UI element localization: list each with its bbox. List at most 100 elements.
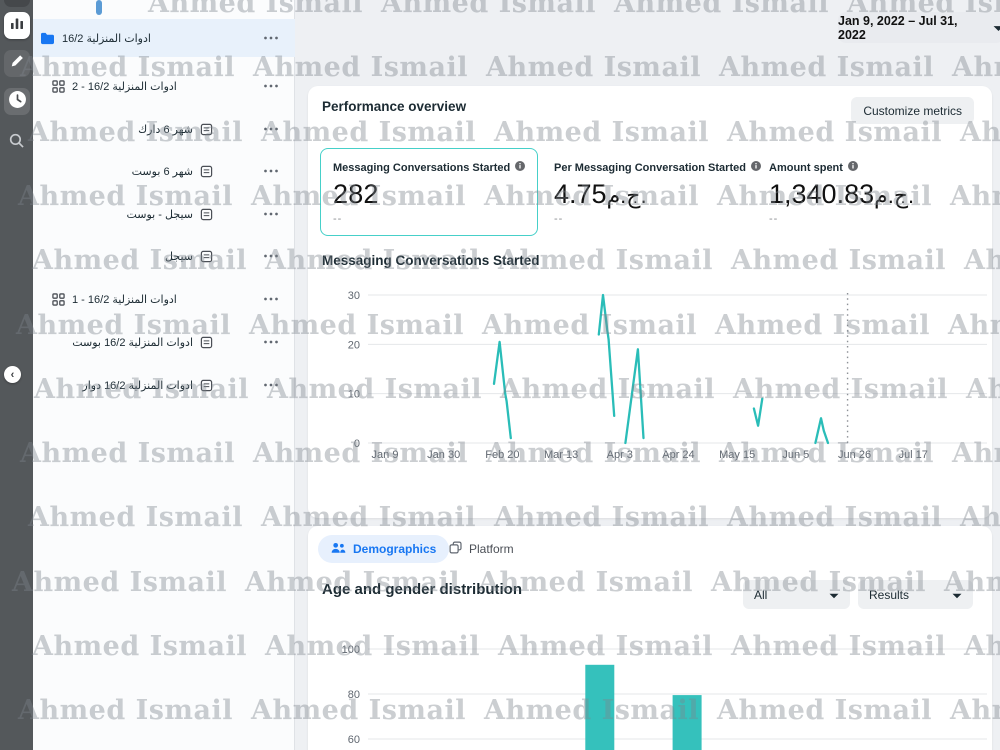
reports-nav-button[interactable] [4,12,30,39]
sidebar-item-2[interactable]: ادوات المنزلية 16/2 - 2 [33,67,295,105]
svg-text:Feb 20: Feb 20 [485,449,519,461]
chevron-down-icon [829,588,839,602]
chevron-down-icon [993,21,1000,35]
currency-suffix: ج.م. [874,183,915,208]
people-icon [331,542,346,557]
line-chart-title: Messaging Conversations Started [322,253,540,268]
svg-text:0: 0 [354,438,360,450]
metric-card-1[interactable]: Messaging Conversations Started 282 -- [320,148,538,236]
ads-reporting-app: ‹ ادوات المنزلية 16/2 ادوات المنزلية 16/2… [0,0,1000,750]
tab-demographics[interactable]: Demographics [318,535,450,563]
more-options-icon[interactable] [263,254,279,258]
more-options-icon[interactable] [263,127,279,131]
metric-label: Per Messaging Conversation Started [554,161,746,174]
tab-platform[interactable]: Platform [436,535,527,563]
svg-text:Jul 17: Jul 17 [899,449,928,461]
tab-platform-label: Platform [469,542,514,556]
sidebar-item-8[interactable]: ادوات المنزلية 16/2 بوست [33,323,295,361]
metric-subvalue: -- [554,213,564,225]
edit-nav-button[interactable] [4,50,30,77]
collapse-chevron-icon[interactable]: ‹ [4,366,21,383]
more-options-icon[interactable] [263,169,279,173]
sidebar-item-5[interactable]: سيجل - بوست [33,195,295,233]
sidebar-item-label: سيجل [165,250,193,263]
tab-demographics-label: Demographics [353,542,437,556]
svg-text:Apr 3: Apr 3 [607,449,633,461]
metric-filter-value: Results [869,587,910,602]
info-icon[interactable] [515,161,526,174]
sidebar-item-4[interactable]: شهر 6 بوست [33,152,295,190]
metric-card-3[interactable]: Amount spent 1,340.83ج.م. -- [756,148,988,236]
history-nav-button[interactable] [4,88,30,115]
info-icon[interactable] [847,161,858,174]
more-options-icon[interactable] [263,36,279,40]
gender-filter-value: All [754,587,768,602]
customize-metrics-button[interactable]: Customize metrics [851,97,974,124]
sidebar-item-1[interactable]: ادوات المنزلية 16/2 [33,19,295,57]
search-icon[interactable] [7,131,26,155]
sidebar-item-label: ادوات المنزلية 16/2 دوار [82,379,193,392]
svg-text:Jan 9: Jan 9 [372,449,399,461]
svg-text:May 15: May 15 [719,449,755,461]
svg-text:20: 20 [348,339,360,351]
breakdown-card: Demographics Platform Age and gender dis… [308,526,992,750]
currency-suffix: ج.م. [606,183,647,208]
bar-chart-icon [9,15,25,36]
page-icon [200,165,213,178]
left-rail: ‹ [0,0,33,750]
metric-subvalue: -- [769,213,779,225]
page-icon [200,336,213,349]
svg-text:60: 60 [348,734,360,746]
sidebar-item-label: ادوات المنزلية 16/2 بوست [72,336,193,349]
age-gender-bar-chart: 100 80 60 [342,644,987,750]
more-options-icon[interactable] [263,84,279,88]
pencil-icon [10,54,24,73]
cut-off-rail-button[interactable] [4,0,30,7]
sidebar-item-label: شهر 6 دارك [138,123,193,136]
sidebar-item-label: شهر 6 بوست [131,165,193,178]
performance-overview-card: Performance overview Customize metrics M… [308,86,992,518]
grid-icon [52,292,65,306]
more-options-icon[interactable] [263,212,279,216]
sidebar-item-6[interactable]: سيجل [33,237,295,275]
age-gender-title: Age and gender distribution [322,581,523,598]
overlapping-squares-icon [449,541,462,557]
page-icon [200,208,213,221]
svg-text:Jun 26: Jun 26 [838,449,871,461]
metric-card-2[interactable]: Per Messaging Conversation Started 4.75ج.… [541,148,761,236]
gender-filter-dropdown[interactable]: All [743,580,850,609]
grid-icon [52,79,65,93]
sidebar-item-3[interactable]: شهر 6 دارك [33,110,295,148]
metric-subvalue: -- [333,213,343,225]
svg-text:100: 100 [342,644,360,656]
more-options-icon[interactable] [263,340,279,344]
metric-filter-dropdown[interactable]: Results [858,580,973,609]
svg-text:Apr 24: Apr 24 [662,449,694,461]
more-options-icon[interactable] [263,297,279,301]
main-content: Jan 9, 2022 – Jul 31, 2022 Performance o… [296,0,1000,750]
metric-label: Messaging Conversations Started [333,161,511,174]
svg-text:Jun 5: Jun 5 [782,449,809,461]
chevron-down-icon [952,588,962,602]
page-icon [200,250,213,263]
page-icon [200,123,213,136]
date-range-label: Jan 9, 2022 – Jul 31, 2022 [838,13,958,42]
metric-value: 282 [333,179,379,209]
metric-value: 1,340.83ج.م. [769,179,915,209]
metric-label: Amount spent [769,161,843,174]
sidebar-item-label: سيجل - بوست [126,208,193,221]
svg-text:80: 80 [348,689,360,701]
svg-text:10: 10 [348,389,360,401]
sidebar-item-9[interactable]: ادوات المنزلية 16/2 دوار [33,366,295,404]
date-range-picker[interactable]: Jan 9, 2022 – Jul 31, 2022 [838,12,1000,43]
clock-icon [8,90,27,114]
svg-text:Mar 13: Mar 13 [544,449,578,461]
sidebar-item-label: ادوات المنزلية 16/2 [62,32,151,45]
campaign-tree-sidebar: ادوات المنزلية 16/2 ادوات المنزلية 16/2 -… [33,0,295,750]
more-options-icon[interactable] [263,383,279,387]
svg-text:30: 30 [348,290,360,302]
card-title: Performance overview [322,99,467,114]
sidebar-item-7[interactable]: ادوات المنزلية 16/2 - 1 [33,280,295,318]
svg-text:Jan 30: Jan 30 [427,449,460,461]
scroll-indicator [96,0,102,15]
